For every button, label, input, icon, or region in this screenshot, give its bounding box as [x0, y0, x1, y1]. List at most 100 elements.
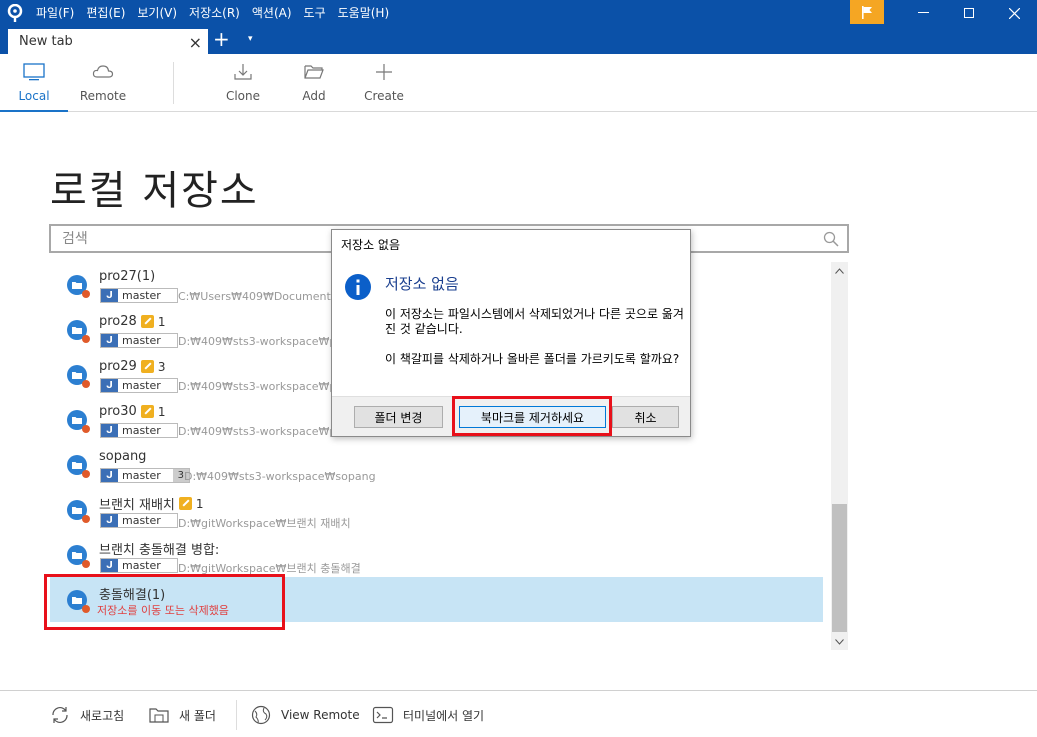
new-folder-button[interactable]: 새 폴더	[148, 704, 216, 726]
branch-badge: ᒍ master	[100, 513, 178, 528]
pencil-icon	[140, 360, 154, 373]
toolbar: Local Remote Clone Add Create	[0, 54, 1037, 112]
branch-badge: ᒍ master	[100, 558, 178, 573]
list-item[interactable]: 브랜치 재배치 1 ᒍ master D:₩gitWorkspace₩브랜치 재배…	[50, 487, 823, 532]
view-remote-button[interactable]: View Remote	[250, 704, 360, 726]
toolbar-divider	[173, 62, 174, 104]
globe-icon	[251, 705, 271, 725]
repo-name-text: pro28	[99, 314, 137, 329]
branch-icon: ᒍ	[101, 514, 118, 527]
scroll-down-icon[interactable]	[831, 633, 848, 650]
menu-view[interactable]: 보기(V)	[131, 0, 183, 26]
repo-name: pro30 1	[99, 404, 165, 419]
branch-name: master	[122, 424, 161, 437]
branch-name: master	[122, 559, 161, 572]
repo-folder-icon	[67, 320, 90, 343]
menu-tools[interactable]: 도구	[298, 0, 332, 26]
branch-name: master	[122, 289, 161, 302]
create-label: Create	[364, 89, 404, 103]
close-window-icon[interactable]	[991, 0, 1037, 26]
highlight-box	[44, 574, 285, 630]
refresh-icon	[52, 707, 68, 723]
branch-badge: ᒍ master	[100, 288, 178, 303]
refresh-button[interactable]: 새로고침	[49, 704, 124, 726]
branch-badge: ᒍ master	[100, 423, 178, 438]
branch-icon: ᒍ	[101, 289, 118, 302]
menu-actions[interactable]: 액션(A)	[246, 0, 298, 26]
pencil-icon	[140, 405, 154, 418]
list-scrollbar[interactable]	[831, 262, 848, 650]
flag-icon[interactable]	[850, 0, 884, 24]
changes-count: 1	[157, 314, 166, 329]
open-terminal-button[interactable]: 터미널에서 열기	[372, 704, 484, 726]
pencil-icon	[178, 497, 192, 510]
maximize-icon[interactable]	[946, 0, 992, 26]
scroll-thumb[interactable]	[832, 504, 847, 632]
repo-name-text: 브랜치 재배치	[99, 498, 175, 513]
repo-folder-icon	[67, 500, 90, 523]
monitor-icon	[23, 63, 45, 81]
bottom-bar: 새로고침 새 폴더 View Remote 터미널에서 열기	[0, 690, 1037, 737]
search-icon[interactable]	[823, 231, 839, 247]
cloud-icon	[92, 65, 114, 78]
tab-close-icon[interactable]: ×	[189, 33, 202, 52]
repo-name: pro28 1	[99, 314, 165, 329]
local-button[interactable]: Local	[4, 62, 64, 108]
changes-count: 3	[157, 359, 166, 374]
dialog-question: 이 책갈피를 삭제하거나 올바른 폴더를 가르키도록 할까요?	[385, 352, 680, 366]
repo-folder-icon	[67, 455, 90, 478]
repo-path: D:₩409₩sts3-workspace₩pro2	[178, 380, 355, 393]
dialog-title: 저장소 없음	[341, 238, 401, 252]
repo-path: D:₩409₩sts3-workspace₩pro2	[178, 335, 355, 348]
create-button[interactable]: Create	[354, 62, 414, 108]
download-icon	[234, 64, 252, 80]
repo-name-text: pro29	[99, 359, 137, 374]
cancel-button[interactable]: 취소	[612, 406, 679, 428]
repo-name: sopang	[99, 449, 147, 464]
plus-icon	[376, 64, 392, 80]
repo-name-text: pro30	[99, 404, 137, 419]
tab-new-tab[interactable]: New tab ×	[8, 29, 208, 54]
branch-icon: ᒍ	[101, 334, 118, 347]
clone-button[interactable]: Clone	[213, 62, 273, 108]
repo-path: D:₩409₩sts3-workspace₩sopang	[184, 470, 376, 483]
local-label: Local	[18, 89, 50, 103]
menu-edit[interactable]: 편집(E)	[80, 0, 131, 26]
remote-button[interactable]: Remote	[73, 62, 133, 108]
add-tab-icon[interactable]: +	[213, 28, 230, 50]
repo-name: 브랜치 충돌해결 병합:	[99, 543, 220, 558]
tab-dropdown-icon[interactable]: ▾	[248, 34, 253, 44]
view-remote-label: View Remote	[281, 708, 360, 722]
branch-name: master	[122, 514, 161, 527]
repo-folder-icon	[67, 410, 90, 433]
branch-icon: ᒍ	[101, 424, 118, 437]
dialog-message: 이 저장소는 파일시스템에서 삭제되었거나 다른 곳으로 옮겨진 것 같습니다.	[385, 307, 684, 336]
menu-file[interactable]: 파일(F)	[30, 0, 80, 26]
menu-repository[interactable]: 저장소(R)	[183, 0, 246, 26]
add-button[interactable]: Add	[284, 62, 344, 108]
dialog-heading: 저장소 없음	[385, 275, 459, 293]
tab-bar: New tab × + ▾	[0, 26, 1037, 54]
changes-count: 1	[195, 496, 204, 511]
new-folder-icon	[149, 708, 169, 723]
branch-badge: ᒍ master	[100, 333, 178, 348]
repo-name: pro27(1)	[99, 269, 156, 284]
list-item[interactable]: 브랜치 충돌해결 병합: ᒍ master D:₩gitWorkspace₩브랜…	[50, 532, 823, 577]
change-folder-button[interactable]: 폴더 변경	[354, 406, 443, 428]
branch-name: master	[122, 469, 161, 482]
open-terminal-label: 터미널에서 열기	[403, 708, 485, 723]
terminal-icon	[372, 706, 394, 724]
list-item[interactable]: sopang ᒍ master 3 D:₩409₩sts3-workspace₩…	[50, 442, 823, 487]
menu-help[interactable]: 도움말(H)	[332, 0, 396, 26]
add-label: Add	[302, 89, 326, 103]
repo-folder-icon	[67, 365, 90, 388]
menu-bar: 파일(F) 편집(E) 보기(V) 저장소(R) 액션(A) 도구 도움말(H)	[30, 0, 395, 26]
scroll-up-icon[interactable]	[831, 262, 848, 279]
repo-folder-icon	[67, 545, 90, 568]
minimize-icon[interactable]	[900, 0, 946, 26]
active-tab-indicator	[0, 110, 68, 112]
branch-icon: ᒍ	[101, 379, 118, 392]
new-folder-label: 새 폴더	[179, 708, 216, 723]
branch-icon: ᒍ	[101, 559, 118, 572]
title-bar: 파일(F) 편집(E) 보기(V) 저장소(R) 액션(A) 도구 도움말(H)	[0, 0, 1037, 26]
